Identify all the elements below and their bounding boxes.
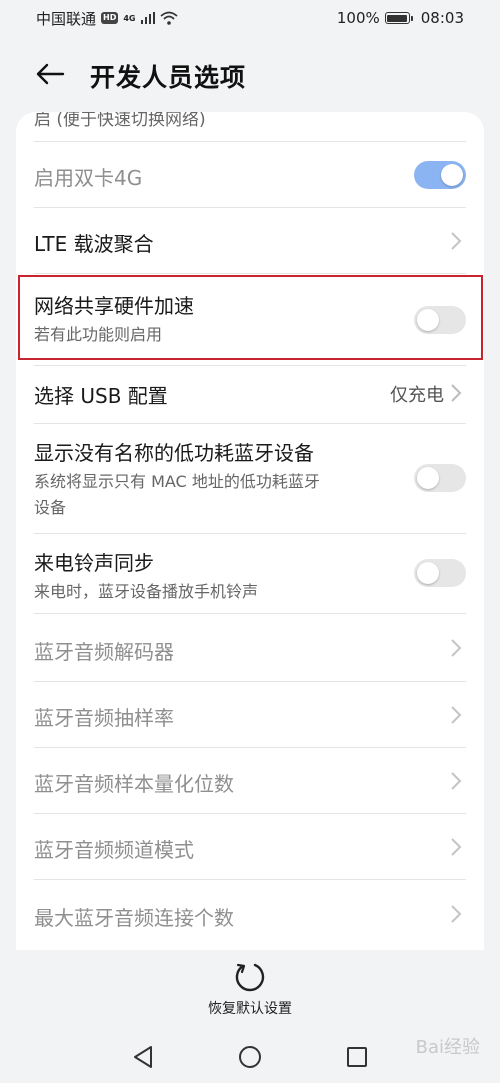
chevron-right-icon <box>450 638 462 658</box>
page-title: 开发人员选项 <box>90 63 247 92</box>
setting-row-bt-codec[interactable]: 蓝牙音频解码器 <box>34 613 466 681</box>
chevron-right-icon <box>450 904 462 924</box>
nav-recents-button[interactable] <box>342 1042 372 1072</box>
partial-setting-row: 启 (便于快速切换网络) <box>34 112 466 140</box>
setting-row-lte-ca[interactable]: LTE 载波聚合 <box>34 207 466 273</box>
hd-badge: HD <box>101 12 119 24</box>
setting-title-bt-bits: 蓝牙音频样本量化位数 <box>34 772 234 796</box>
setting-title-usb-config: 选择 USB 配置 <box>34 384 168 408</box>
setting-title-bt-channel: 蓝牙音频频道模式 <box>34 838 194 862</box>
setting-row-usb-config[interactable]: 选择 USB 配置 仅充电 <box>34 365 466 423</box>
chevron-right-icon <box>450 231 462 251</box>
chevron-right-icon <box>450 705 462 725</box>
setting-row-tether-accel[interactable]: 网络共享硬件加速 若有此功能则启用 <box>34 273 466 365</box>
ringtone-sync-toggle[interactable] <box>414 559 466 587</box>
setting-title-dual-4g: 启用双卡4G <box>34 166 143 190</box>
setting-subtitle-ble-line2: 设备 <box>34 498 67 517</box>
setting-title-ble-unnamed: 显示没有名称的低功耗蓝牙设备 <box>34 441 314 465</box>
status-bar: 中国联通 HD 4G 100% 08:03 <box>0 0 500 36</box>
setting-title-lte-ca: LTE 载波聚合 <box>34 232 154 256</box>
battery-icon <box>384 12 413 24</box>
setting-title-bt-sample-rate: 蓝牙音频抽样率 <box>34 706 174 730</box>
chevron-right-icon <box>450 383 462 403</box>
setting-subtitle-ble-line1: 系统将显示只有 MAC 地址的低功耗蓝牙 <box>34 472 320 491</box>
chevron-right-icon <box>450 771 462 791</box>
carrier-name: 中国联通 <box>36 9 97 28</box>
tether-accel-toggle[interactable] <box>414 306 466 334</box>
watermark: Bai经验 <box>415 1037 480 1058</box>
setting-row-bt-bits[interactable]: 蓝牙音频样本量化位数 <box>34 747 466 813</box>
back-button[interactable] <box>32 58 68 90</box>
setting-row-bt-channel[interactable]: 蓝牙音频频道模式 <box>34 813 466 879</box>
reset-defaults-button[interactable]: 恢复默认设置 <box>0 960 500 1020</box>
setting-title-ringtone-sync: 来电铃声同步 <box>34 551 154 575</box>
battery-percent: 100% <box>336 9 380 27</box>
network-type: 4G <box>123 13 136 23</box>
dual-4g-toggle[interactable] <box>414 161 466 189</box>
setting-row-ringtone-sync[interactable]: 来电铃声同步 来电时，蓝牙设备播放手机铃声 <box>34 533 466 613</box>
ble-unnamed-toggle[interactable] <box>414 464 466 492</box>
usb-config-value: 仅充电 <box>390 385 444 406</box>
app-header: 开发人员选项 <box>0 48 500 100</box>
square-recents-icon <box>346 1046 367 1067</box>
setting-title-bt-max-conn: 最大蓝牙音频连接个数 <box>34 906 234 930</box>
setting-row-ble-unnamed[interactable]: 显示没有名称的低功耗蓝牙设备 系统将显示只有 MAC 地址的低功耗蓝牙 设备 <box>34 423 466 533</box>
setting-title-bt-codec: 蓝牙音频解码器 <box>34 640 174 664</box>
settings-card: 启 (便于快速切换网络) 启用双卡4G LTE 载波聚合 网络共享硬件加速 若有… <box>16 112 484 950</box>
circle-home-icon <box>238 1045 261 1068</box>
status-left: 中国联通 HD 4G <box>36 8 178 29</box>
arrow-left-icon <box>36 63 65 85</box>
setting-row-bt-sample-rate[interactable]: 蓝牙音频抽样率 <box>34 681 466 747</box>
clock: 08:03 <box>420 9 464 27</box>
setting-subtitle-ringtone-sync: 来电时，蓝牙设备播放手机铃声 <box>34 582 259 601</box>
nav-back-button[interactable] <box>128 1042 158 1072</box>
setting-row-dual-4g[interactable]: 启用双卡4G <box>34 141 466 207</box>
setting-title-tether-accel: 网络共享硬件加速 <box>34 294 194 318</box>
partial-setting-text: 启 (便于快速切换网络) <box>34 112 206 130</box>
status-right: 100% 08:03 <box>337 9 464 27</box>
signal-icon <box>140 12 155 24</box>
setting-row-bt-max-conn[interactable]: 最大蓝牙音频连接个数 <box>34 879 466 947</box>
reset-label: 恢复默认设置 <box>208 1001 292 1017</box>
chevron-right-icon <box>450 837 462 857</box>
setting-subtitle-tether-accel: 若有此功能则启用 <box>34 325 163 344</box>
triangle-back-icon <box>134 1045 153 1068</box>
wifi-icon <box>159 11 178 25</box>
refresh-icon <box>235 963 265 992</box>
nav-home-button[interactable] <box>235 1042 265 1072</box>
